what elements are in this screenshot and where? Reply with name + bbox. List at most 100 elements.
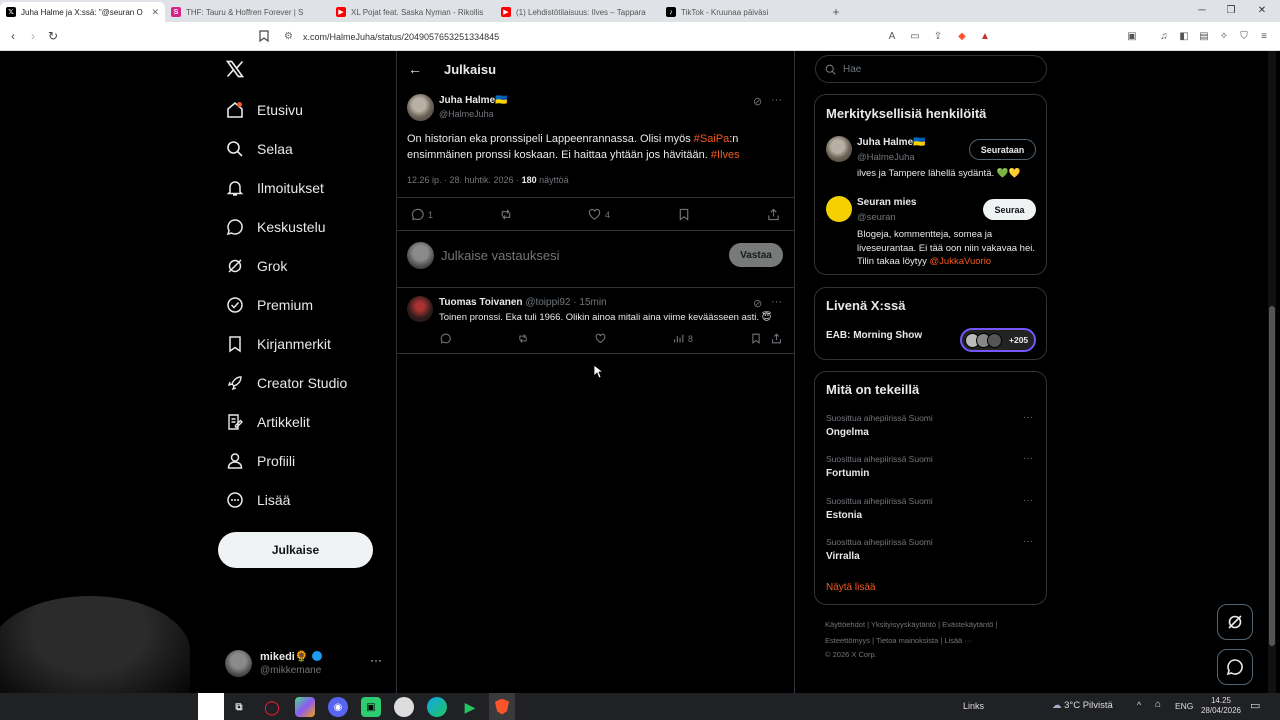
cast-icon[interactable]: ▭ [908,29,922,43]
account-switcher[interactable]: mikedi🌻 @mikkemane ··· [225,648,385,680]
reload-icon[interactable]: ↻ [45,28,61,44]
follow-button[interactable]: Seuraa [983,199,1036,220]
trend-more-icon[interactable]: ··· [1023,412,1033,423]
music-icon[interactable]: ♫ [1157,29,1171,43]
reply-input[interactable]: Julkaise vastauksesi [441,248,560,263]
like-button[interactable]: 4 [588,208,610,221]
reader-icon[interactable]: ◧ [1177,29,1191,43]
tray-chevron-icon[interactable]: ^ [1137,700,1141,710]
messages-fab[interactable] [1217,649,1253,685]
mention-link[interactable]: @JukkaVuorio [930,256,992,267]
browser-tab-podcast[interactable]: S THF: Tauru & Hoffren Forever | S [165,2,330,22]
notification-icon[interactable]: ▭ [1250,699,1260,712]
nav-articles[interactable]: Artikkelit [226,410,310,434]
nav-premium[interactable]: Premium [226,293,313,317]
hashtag-link[interactable]: #Ilves [711,149,740,161]
person-handle[interactable]: @seuran [857,212,896,223]
opera-icon[interactable]: ◯ [262,697,282,717]
post-author[interactable]: Juha Halme🇺🇦 [439,95,508,106]
forward-icon[interactable]: › [25,28,41,44]
nav-notifications[interactable]: Ilmoitukset [226,176,324,200]
nav-creator-studio[interactable]: Creator Studio [226,371,347,395]
back-icon[interactable]: ‹ [5,28,21,44]
wallet-icon[interactable]: ▤ [1197,29,1211,43]
bookmark-button[interactable] [751,333,765,344]
nav-explore[interactable]: Selaa [226,137,293,161]
brave-shield-icon[interactable]: ◆ [955,29,969,43]
reply-submit-button[interactable]: Vastaa [729,243,783,267]
hashtag-link[interactable]: #SaiPa [694,133,729,145]
clock[interactable]: 14.25 28/04/2026 [1199,696,1243,716]
links-toolbar[interactable]: Links [963,701,984,711]
browser-tab-x[interactable]: 𝕏 Juha Halme ja X:ssä: "@seuran O ✕ [0,2,165,22]
repost-button[interactable] [499,208,517,221]
like-button[interactable] [595,333,610,344]
translate-icon[interactable]: A [885,29,899,43]
trend-topic[interactable]: Estonia [826,510,862,521]
minimize-button[interactable]: ─ [1186,0,1218,20]
reply-author[interactable]: Tuomas Toivanen [439,297,523,308]
footer-link[interactable]: Esteettömyys [825,636,870,645]
reply-handle[interactable]: @toippi92 [525,297,570,308]
browser-tab-youtube-2[interactable]: ▶ (1) Lehdistötilaisuus: Ilves – Tappara [495,2,660,22]
bookmark-page-icon[interactable] [256,28,272,44]
brave-taskbar-button[interactable] [489,693,515,720]
back-arrow-icon[interactable]: ← [408,61,422,77]
nav-home[interactable]: Etusivu [226,98,303,122]
trend-more-icon[interactable]: ··· [1023,453,1033,464]
live-space-title[interactable]: EAB: Morning Show [826,330,922,341]
post-button[interactable]: Julkaise [218,532,373,568]
search-input[interactable]: Hae [815,55,1047,83]
weather-widget[interactable]: ☁ 3°C Pilvistä [1052,700,1113,711]
leo-icon[interactable]: ✧ [1217,29,1231,43]
person-name[interactable]: Seuran mies [857,197,916,208]
nav-more[interactable]: Lisää [226,488,290,512]
trend-more-icon[interactable]: ··· [1023,495,1033,506]
browser-tab-tiktok[interactable]: ♪ TikTok - Kruunaa päiväsi [660,2,825,22]
avatar[interactable] [826,136,852,162]
reply-button[interactable]: 1 [411,208,433,221]
close-window-button[interactable]: ✕ [1246,0,1278,20]
post-handle[interactable]: @HalmeJuha [439,109,494,119]
nav-profile[interactable]: Profiili [226,449,295,473]
person-name[interactable]: Juha Halme🇺🇦 [857,137,926,148]
browser-tab-youtube-1[interactable]: ▶ XL Pojat feat. Saska Nyman - Rikollis [330,2,495,22]
search-box[interactable] [198,693,224,720]
x-logo-icon[interactable] [225,59,245,79]
brave-rewards-icon[interactable]: ▲ [978,29,992,43]
trend-topic[interactable]: Fortumin [826,468,869,479]
trend-topic[interactable]: Ongelma [826,427,869,438]
app-icon[interactable]: ▣ [361,697,381,717]
views-button[interactable]: 8 [673,333,693,344]
more-options-icon[interactable]: ··· [771,94,782,106]
files-app-icon[interactable] [295,697,315,717]
reply-button[interactable] [440,333,455,344]
edge-icon[interactable] [427,697,447,717]
footer-link[interactable]: Käyttöehdot [825,620,865,629]
grok-icon[interactable]: ⊘ [753,297,762,310]
task-view-icon[interactable]: ⧉ [229,697,249,717]
sidebar-toggle-icon[interactable]: ▣ [1125,29,1139,43]
nav-bookmarks[interactable]: Kirjanmerkit [226,332,331,356]
scrollbar-thumb[interactable] [1269,306,1275,646]
trend-more-icon[interactable]: ··· [1023,536,1033,547]
share-button[interactable] [767,208,784,221]
discord-icon[interactable]: ◉ [328,697,348,717]
avatar[interactable] [826,196,852,222]
trend-topic[interactable]: Virralla [826,551,860,562]
avatar[interactable] [407,94,434,121]
nav-messages[interactable]: Keskustelu [226,215,325,239]
site-settings-icon[interactable]: ⚙ [284,31,293,42]
footer-link[interactable]: Lisää ··· [944,636,972,645]
close-icon[interactable]: ✕ [151,7,159,18]
live-listeners-pill[interactable]: +205 [960,328,1036,352]
maximize-button[interactable]: ❐ [1215,0,1247,20]
bookmark-button[interactable] [678,208,694,221]
new-tab-button[interactable]: + [825,2,847,22]
grok-icon[interactable]: ⊘ [753,95,762,108]
share-button[interactable] [771,333,786,344]
footer-link[interactable]: Evästekäytäntö [942,620,993,629]
following-button[interactable]: Seurataan [969,139,1036,160]
player-icon[interactable]: ▶ [460,697,480,717]
network-icon[interactable]: ⌂ [1155,699,1161,710]
